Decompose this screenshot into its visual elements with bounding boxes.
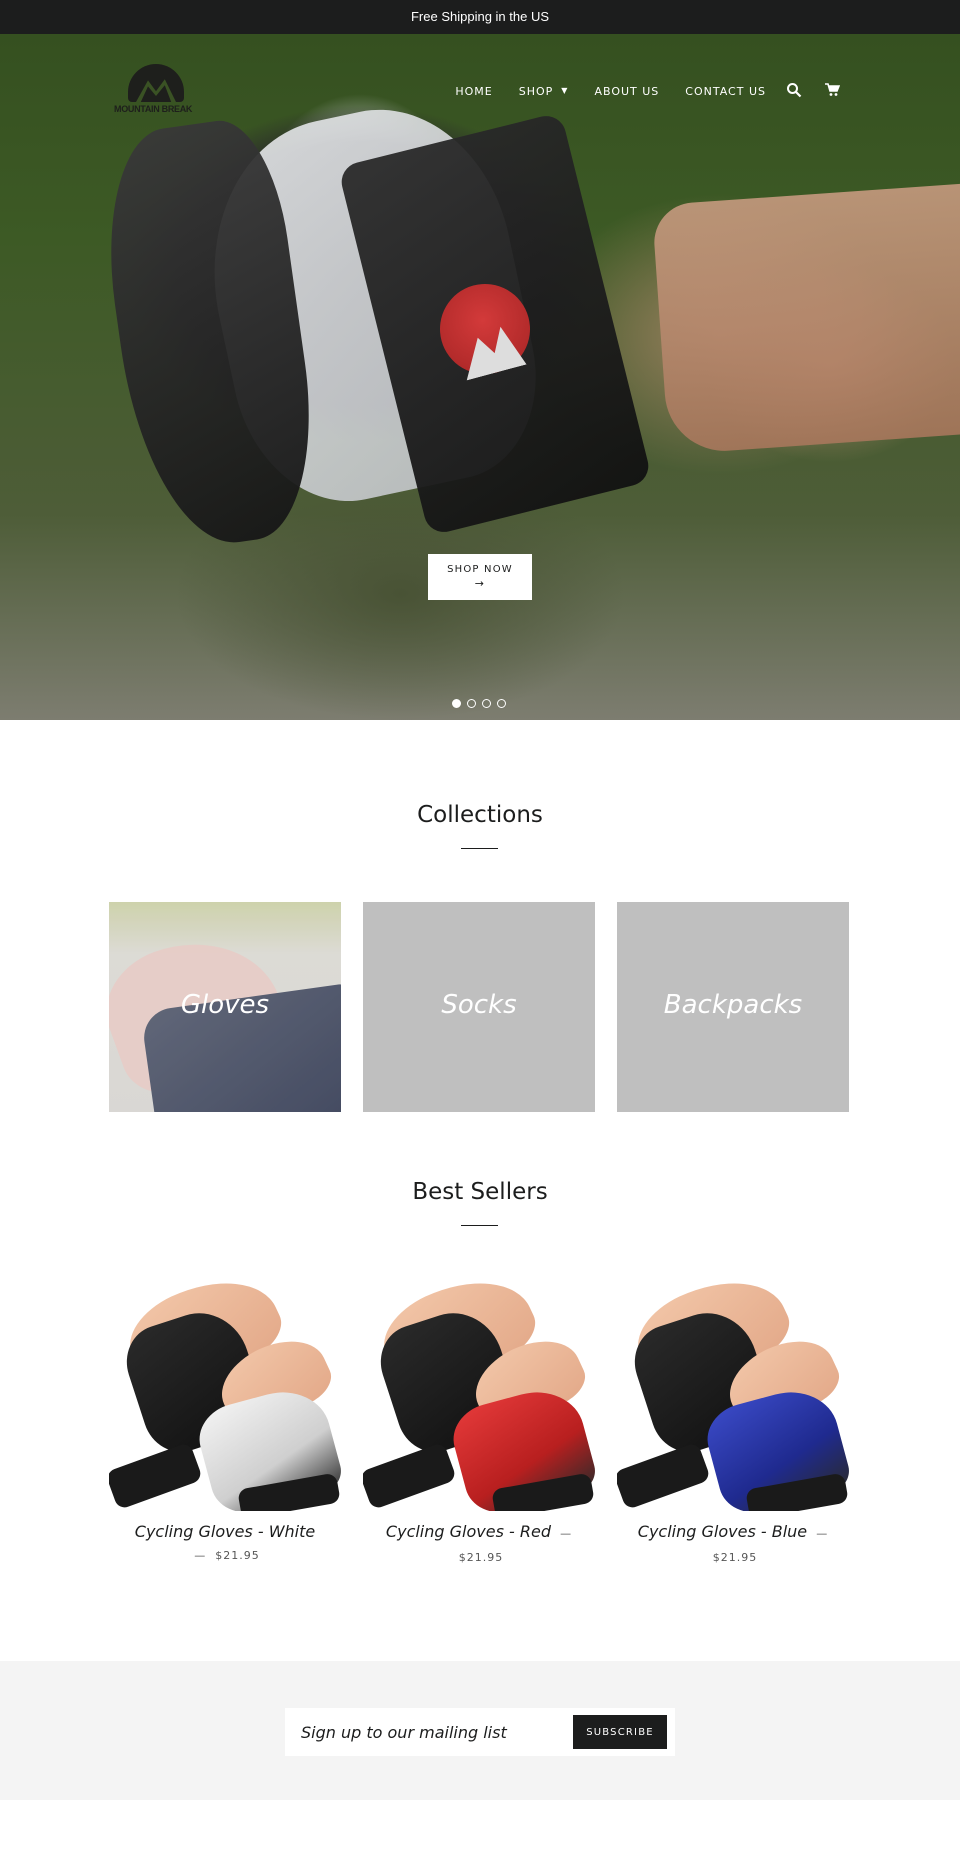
shop-now-button[interactable]: SHOP NOW → <box>428 554 532 600</box>
product-info: Cycling Gloves - Red — $21.95 <box>363 1521 595 1569</box>
newsletter-section: SUBSCRIBE <box>0 1661 960 1800</box>
product-image <box>109 1276 341 1511</box>
best-sellers-title: Best Sellers <box>412 1179 548 1205</box>
product-separator: — <box>816 1527 829 1540</box>
product-card[interactable]: Cycling Gloves - Red — $21.95 <box>363 1276 595 1569</box>
product-price: $21.95 <box>712 1551 758 1564</box>
slide-dot-2[interactable] <box>467 699 476 708</box>
hero-image-arm <box>651 183 960 455</box>
collection-card-socks[interactable]: Socks <box>363 902 595 1112</box>
product-price: $21.95 <box>215 1549 260 1562</box>
collection-label: Gloves <box>180 990 270 1020</box>
product-image-cuff <box>109 1441 204 1511</box>
logo-text: MOUNTAIN BREAK <box>114 104 193 114</box>
logo[interactable]: MOUNTAIN BREAK <box>114 64 194 120</box>
best-sellers-grid: Cycling Gloves - White — $21.95 Cycling … <box>109 1276 849 1569</box>
newsletter-form: SUBSCRIBE <box>285 1708 675 1756</box>
collection-label: Socks <box>441 990 517 1020</box>
nav-shop-label: SHOP <box>518 84 554 98</box>
subscribe-button[interactable]: SUBSCRIBE <box>573 1715 667 1749</box>
arrow-right-icon: → <box>474 577 486 590</box>
product-image <box>617 1276 849 1511</box>
announcement-text: Free Shipping in the US <box>410 9 550 24</box>
product-card[interactable]: Cycling Gloves - Blue — $21.95 <box>617 1276 849 1569</box>
product-card[interactable]: Cycling Gloves - White — $21.95 <box>109 1276 341 1569</box>
collections-divider <box>461 848 498 849</box>
product-separator: — <box>194 1549 207 1562</box>
product-info: Cycling Gloves - White — $21.95 <box>109 1521 341 1567</box>
slide-dot-3[interactable] <box>482 699 491 708</box>
caret-down-icon: ▼ <box>561 85 569 95</box>
site-header: MOUNTAIN BREAK HOME SHOP ▼ ABOUT US CONTA… <box>0 34 960 154</box>
product-image <box>363 1276 595 1511</box>
cart-icon[interactable] <box>824 82 842 100</box>
product-title: Cycling Gloves - Red <box>385 1522 551 1541</box>
product-info: Cycling Gloves - Blue — $21.95 <box>617 1521 849 1569</box>
main-nav: HOME SHOP ▼ ABOUT US CONTACT US <box>429 82 842 100</box>
nav-shop[interactable]: SHOP ▼ <box>519 85 569 98</box>
product-title: Cycling Gloves - Blue <box>637 1522 808 1541</box>
nav-home[interactable]: HOME <box>455 85 492 98</box>
collection-label: Backpacks <box>663 990 803 1020</box>
product-title: Cycling Gloves - White <box>134 1522 316 1541</box>
slide-dot-1[interactable] <box>452 699 461 708</box>
nav-contact-us[interactable]: CONTACT US <box>685 85 766 98</box>
product-image-cuff <box>617 1441 712 1511</box>
collection-card-backpacks[interactable]: Backpacks <box>617 902 849 1112</box>
collections-title: Collections <box>417 802 543 828</box>
product-separator: — <box>560 1527 573 1540</box>
product-price: $21.95 <box>458 1551 504 1564</box>
mountain-logo-icon <box>128 64 184 102</box>
slideshow-pagination <box>452 699 506 708</box>
announcement-bar: Free Shipping in the US <box>0 0 960 34</box>
nav-about-us[interactable]: ABOUT US <box>594 85 659 98</box>
collection-card-gloves[interactable]: Gloves <box>109 902 341 1112</box>
newsletter-email-input[interactable] <box>301 1722 561 1742</box>
collections-grid: Gloves Socks Backpacks <box>109 902 849 1112</box>
search-icon[interactable] <box>786 82 804 100</box>
shop-now-label: SHOP NOW <box>447 564 513 575</box>
product-image-cuff <box>363 1441 458 1511</box>
best-sellers-divider <box>461 1225 498 1226</box>
slide-dot-4[interactable] <box>497 699 506 708</box>
